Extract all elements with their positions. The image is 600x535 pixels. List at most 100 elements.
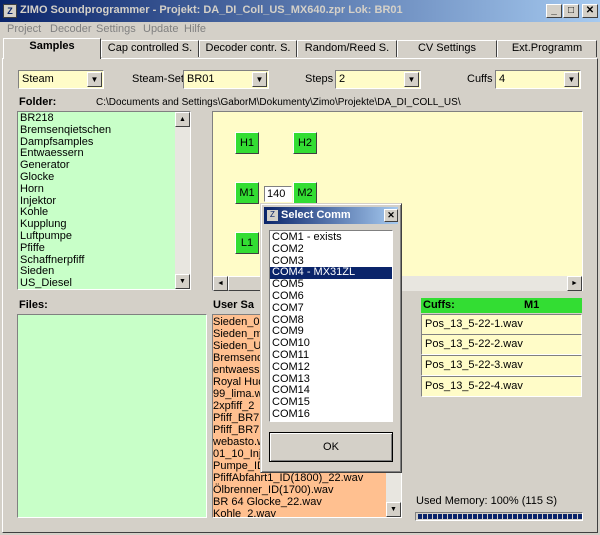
- steam-set-value: BR01: [187, 73, 215, 85]
- folder-list-item[interactable]: Pfiffe: [18, 242, 190, 255]
- cuff-row-1[interactable]: Pos_13_5-22-1.wav: [421, 314, 582, 335]
- tab-cap-controlled[interactable]: Cap controlled S.: [101, 40, 199, 57]
- memory-progress-segment: [553, 514, 557, 519]
- scroll-down-icon[interactable]: ▼: [175, 274, 190, 289]
- menu-project[interactable]: Project: [7, 23, 41, 35]
- folder-list-item[interactable]: Glocke: [18, 171, 190, 184]
- menu-update[interactable]: Update: [143, 23, 178, 35]
- dialog-close-icon[interactable]: ✕: [384, 209, 398, 222]
- tab-ext-programm[interactable]: Ext.Programm: [497, 40, 597, 57]
- user-sample-item[interactable]: PfiffAbfahrt1_ID(1800)_22.wav: [213, 472, 401, 484]
- steps-combo[interactable]: 2 ▼: [335, 70, 421, 89]
- com-port-item[interactable]: COM2: [270, 243, 392, 256]
- memory-progress-segment: [543, 514, 547, 519]
- window-title: ZIMO Soundprogrammer - Projekt: DA_DI_Co…: [20, 4, 403, 16]
- steam-set-label: Steam-Set: [132, 73, 184, 85]
- memory-progress-segment: [478, 514, 482, 519]
- folder-list[interactable]: BR218 Bremsenqietschen Dampfsamples Entwaes…: [17, 111, 191, 290]
- memory-progress-segment: [443, 514, 447, 519]
- com-port-item[interactable]: COM11: [270, 349, 392, 362]
- memory-progress-segment: [448, 514, 452, 519]
- folder-path: C:\Documents and Settings\GaborM\Dokumen…: [96, 97, 461, 108]
- com-port-item[interactable]: COM6: [270, 290, 392, 303]
- memory-progress-segment: [493, 514, 497, 519]
- dropdown-arrow-icon[interactable]: ▼: [252, 72, 267, 87]
- menu-decoder[interactable]: Decoder: [50, 23, 92, 35]
- app-icon: Z: [3, 4, 17, 18]
- tab-decoder-controlled[interactable]: Decoder contr. S.: [199, 40, 297, 57]
- slot-m2[interactable]: M2: [293, 182, 317, 204]
- select-comm-dialog: Z Select Comm ✕ COM1 - exists COM2 COM3 COM…: [260, 203, 402, 473]
- slot-m1[interactable]: M1: [235, 182, 259, 204]
- cuffs-value: 4: [499, 73, 506, 85]
- memory-progress-segment: [488, 514, 492, 519]
- slot-h2[interactable]: H2: [293, 132, 317, 154]
- folder-list-item[interactable]: Bremsenqietschen: [18, 124, 190, 137]
- memory-progress-segment: [523, 514, 527, 519]
- dropdown-arrow-icon[interactable]: ▼: [564, 72, 579, 87]
- tab-random-reed[interactable]: Random/Reed S.: [297, 40, 397, 57]
- menu-hilfe[interactable]: Hilfe: [184, 23, 206, 35]
- cuffs-header: Cuffs: M1: [421, 298, 582, 313]
- memory-progress-bar: [415, 512, 583, 521]
- memory-progress-segment: [508, 514, 512, 519]
- memory-progress-segment: [473, 514, 477, 519]
- steps-label: Steps: [305, 73, 334, 85]
- menu-settings[interactable]: Settings: [96, 23, 136, 35]
- memory-progress-segment: [558, 514, 562, 519]
- m1-value-field[interactable]: 140: [264, 186, 292, 202]
- tab-samples[interactable]: Samples: [3, 38, 101, 59]
- memory-progress-segment: [548, 514, 552, 519]
- steam-set-combo[interactable]: BR01 ▼: [183, 70, 269, 89]
- dialog-app-icon: Z: [267, 210, 278, 221]
- memory-progress-segment: [538, 514, 542, 519]
- user-sample-item[interactable]: BR 64 Glocke_22.wav: [213, 496, 401, 508]
- memory-progress-segment: [503, 514, 507, 519]
- cuffs-combo[interactable]: 4 ▼: [495, 70, 581, 89]
- dropdown-arrow-icon[interactable]: ▼: [404, 72, 419, 87]
- maximize-button[interactable]: □: [563, 4, 579, 18]
- folder-list-item[interactable]: Horn: [18, 183, 190, 196]
- dropdown-arrow-icon[interactable]: ▼: [87, 72, 102, 87]
- memory-progress-segment: [563, 514, 567, 519]
- scroll-up-icon[interactable]: ▲: [175, 112, 190, 127]
- cuff-row-4[interactable]: Pos_13_5-22-4.wav: [421, 376, 582, 397]
- com-port-item[interactable]: COM7: [270, 302, 392, 315]
- user-sample-item[interactable]: Kohle_2.wav: [213, 508, 401, 517]
- ok-button[interactable]: OK: [269, 432, 393, 462]
- slot-l1[interactable]: L1: [235, 232, 259, 254]
- dialog-title-bar[interactable]: Z Select Comm ✕: [264, 207, 398, 224]
- type-combo[interactable]: Steam ▼: [18, 70, 104, 89]
- scroll-right-icon[interactable]: ►: [567, 276, 582, 291]
- com-port-list[interactable]: COM1 - exists COM2 COM3 COM4 - MX31ZL COM5 CO…: [269, 230, 393, 422]
- slot-h1[interactable]: H1: [235, 132, 259, 154]
- memory-progress-segment: [513, 514, 517, 519]
- files-label: Files:: [19, 299, 48, 311]
- type-combo-value: Steam: [22, 73, 54, 85]
- memory-progress-segment: [463, 514, 467, 519]
- memory-progress-segment: [438, 514, 442, 519]
- title-bar[interactable]: Z ZIMO Soundprogrammer - Projekt: DA_DI_…: [0, 0, 600, 22]
- tab-cv-settings[interactable]: CV Settings: [397, 40, 497, 57]
- cuffs-label: Cuffs:: [423, 299, 455, 311]
- files-list[interactable]: [17, 314, 207, 518]
- memory-progress-segment: [528, 514, 532, 519]
- memory-progress-segment: [568, 514, 572, 519]
- memory-progress-segment: [458, 514, 462, 519]
- folder-list-item[interactable]: Luftpumpe: [18, 230, 190, 243]
- user-sample-item[interactable]: Ölbrenner_ID(1700).wav: [213, 484, 401, 496]
- close-button[interactable]: ✕: [582, 4, 598, 18]
- cuff-row-2[interactable]: Pos_13_5-22-2.wav: [421, 334, 582, 355]
- scroll-left-icon[interactable]: ◄: [213, 276, 228, 291]
- folder-scrollbar[interactable]: ▲ ▼: [175, 112, 190, 289]
- menu-bar: Project Decoder Settings Update Hilfe: [0, 22, 600, 38]
- folder-list-item[interactable]: US_Diesel: [18, 277, 190, 289]
- cuff-row-3[interactable]: Pos_13_5-22-3.wav: [421, 355, 582, 376]
- memory-progress-segment: [423, 514, 427, 519]
- memory-progress-segment: [573, 514, 577, 519]
- com-port-item[interactable]: COM12: [270, 361, 392, 374]
- minimize-button[interactable]: _: [546, 4, 562, 18]
- scroll-down-icon[interactable]: ▼: [386, 502, 401, 517]
- user-samples-label: User Sa: [213, 299, 254, 311]
- com-port-item[interactable]: COM16: [270, 408, 392, 421]
